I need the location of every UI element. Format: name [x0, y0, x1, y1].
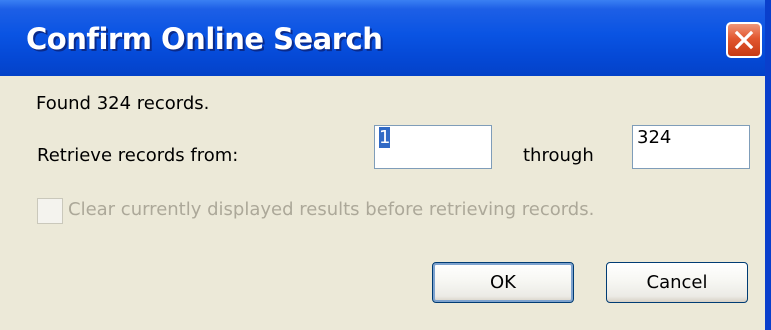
window-title: Confirm Online Search	[26, 22, 383, 56]
retrieve-records-label: Retrieve records from:	[37, 145, 239, 166]
confirm-online-search-dialog: Confirm Online Search Found 324 records.…	[0, 0, 771, 330]
from-record-input[interactable]: 1	[374, 125, 492, 169]
to-record-input[interactable]: 324	[632, 125, 750, 169]
through-label: through	[523, 145, 594, 166]
found-records-text: Found 324 records.	[36, 93, 210, 114]
title-bar[interactable]: Confirm Online Search	[0, 0, 765, 76]
clear-results-checkbox[interactable]	[37, 198, 63, 224]
cancel-button[interactable]: Cancel	[606, 262, 748, 303]
close-button[interactable]	[726, 22, 762, 58]
dialog-body: Found 324 records. Retrieve records from…	[0, 76, 765, 330]
to-record-value: 324	[637, 127, 672, 148]
from-record-value: 1	[379, 127, 391, 148]
close-icon	[734, 30, 754, 50]
clear-results-label: Clear currently displayed results before…	[68, 199, 595, 220]
ok-button[interactable]: OK	[432, 262, 574, 303]
